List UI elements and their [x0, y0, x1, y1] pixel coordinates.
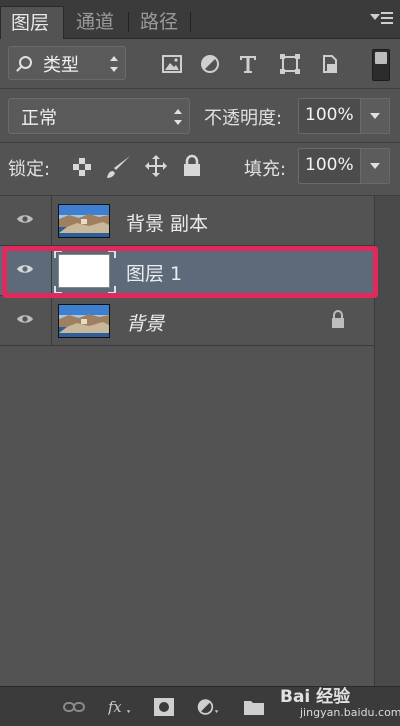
opacity-value: 100%: [305, 105, 354, 125]
filter-kind-label: 类型: [43, 55, 79, 76]
fill-value: 100%: [305, 155, 354, 175]
adjustment-layer-icon[interactable]: [196, 697, 220, 717]
divider: [0, 142, 400, 143]
opacity-label: 不透明度:: [204, 108, 283, 129]
layer-thumbnail: [58, 304, 110, 338]
fill-field[interactable]: 100%: [298, 148, 390, 184]
select-arrows-icon: [109, 56, 119, 72]
filter-toggle-switch[interactable]: [372, 49, 390, 81]
smart-object-filter-icon[interactable]: [318, 52, 342, 76]
new-group-folder-icon[interactable]: [242, 697, 266, 717]
layers-panel: 图层 通道 路径 类型 正常 不透明度: 100% 锁定: 填充: 100% 背…: [0, 0, 400, 726]
add-mask-icon[interactable]: [152, 697, 176, 717]
layer-style-fx-icon[interactable]: fx: [108, 697, 132, 717]
blend-mode-label: 正常: [21, 108, 57, 129]
lock-position-icon[interactable]: [144, 154, 168, 178]
column-separator: [51, 196, 52, 246]
layers-scrollbar[interactable]: [375, 196, 400, 686]
lock-label: 锁定:: [8, 159, 51, 180]
highlight-annotation: [2, 246, 378, 298]
visibility-eye-icon[interactable]: [16, 313, 34, 325]
panel-menu-icon[interactable]: [370, 6, 394, 28]
watermark-url: jingyan.baidu.com: [300, 706, 400, 719]
layer-row-background-copy[interactable]: 背景 副本: [0, 196, 374, 246]
layer-filter-row: 类型: [0, 38, 400, 88]
tab-separator: [128, 12, 129, 32]
visibility-eye-icon[interactable]: [16, 213, 34, 225]
blend-mode-select[interactable]: 正常: [8, 98, 190, 134]
panel-tab-bar: 图层 通道 路径: [0, 0, 400, 39]
divider: [0, 88, 400, 89]
column-separator: [51, 296, 52, 346]
chevron-down-icon[interactable]: [360, 149, 389, 183]
filter-kind-select[interactable]: 类型: [8, 46, 126, 80]
layer-row-background[interactable]: 背景: [0, 296, 374, 346]
layer-name[interactable]: 背景: [126, 309, 164, 336]
lock-all-icon[interactable]: [182, 154, 202, 178]
select-arrows-icon: [173, 109, 183, 125]
tab-channels[interactable]: 通道: [66, 6, 126, 38]
fill-label: 填充:: [244, 159, 287, 180]
shape-filter-icon[interactable]: [278, 52, 302, 76]
search-icon: [19, 56, 32, 69]
layer-lock-icon: [332, 310, 344, 328]
lock-transparent-pixels-icon[interactable]: [72, 157, 92, 177]
layer-name[interactable]: 背景 副本: [126, 209, 208, 236]
tab-paths[interactable]: 路径: [130, 6, 190, 38]
chevron-down-icon[interactable]: [360, 99, 389, 133]
layer-thumbnail: [58, 204, 110, 238]
image-filter-icon[interactable]: [160, 52, 184, 76]
link-layers-icon[interactable]: [62, 697, 86, 717]
lock-image-pixels-icon[interactable]: [104, 154, 132, 180]
watermark-logo: Bai 经验: [280, 687, 351, 707]
tab-separator: [190, 12, 191, 32]
svg-text:fx: fx: [108, 699, 122, 716]
tab-layers[interactable]: 图层: [0, 6, 64, 39]
opacity-field[interactable]: 100%: [298, 98, 390, 134]
type-filter-icon[interactable]: [236, 52, 260, 76]
adjustment-filter-icon[interactable]: [198, 52, 222, 76]
